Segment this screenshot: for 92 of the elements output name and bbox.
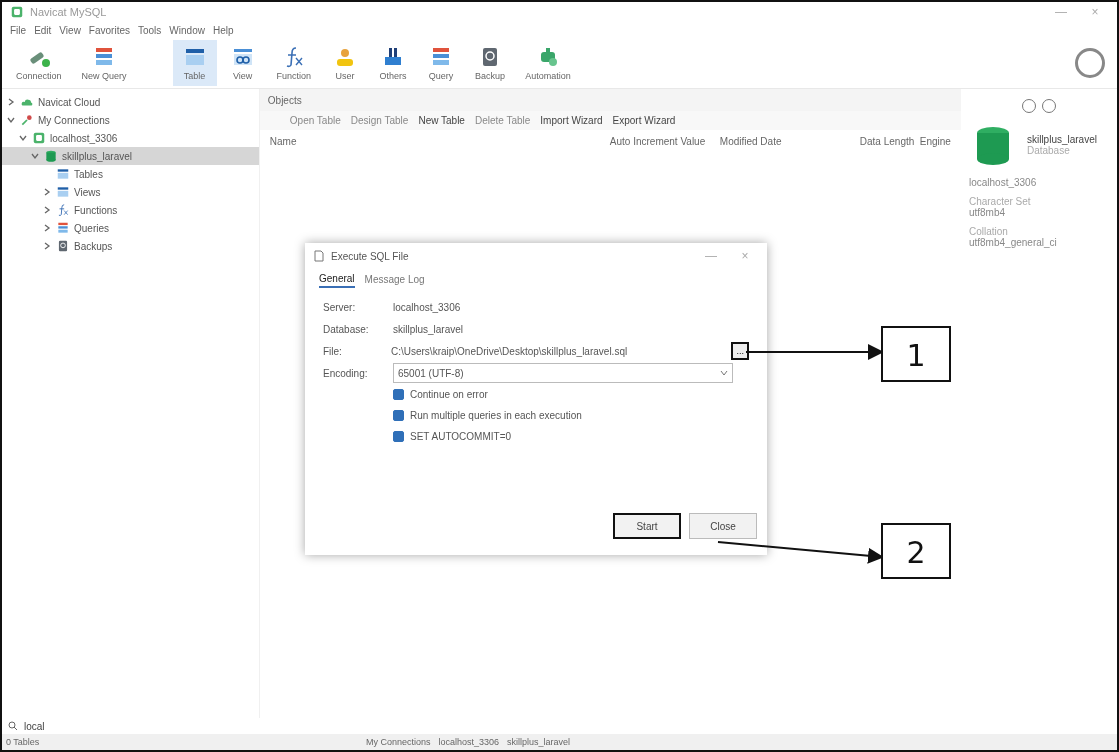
field-value: skillplus_laravel (393, 323, 464, 335)
object-action[interactable]: Export Wizard (612, 115, 676, 126)
dialog-button[interactable]: Close (689, 513, 757, 539)
tree-item[interactable]: localhost_3306 (2, 129, 259, 147)
tree-node-icon (20, 113, 34, 127)
column-header[interactable]: Data Length (859, 136, 920, 147)
callout-number: 1 (906, 338, 926, 373)
menu-item[interactable]: Edit (34, 24, 52, 36)
tree-node-icon (32, 131, 46, 145)
menu-item[interactable]: Window (169, 24, 205, 36)
checkbox[interactable] (393, 410, 404, 421)
tree-node-icon (56, 185, 70, 199)
toolbar-button[interactable]: Others (371, 40, 416, 86)
tree-item[interactable]: skillplus_laravel (2, 147, 259, 165)
field-label: Server: (323, 301, 357, 313)
toolbar-button[interactable]: User (323, 40, 368, 86)
dialog-button[interactable]: Start (613, 513, 681, 539)
tree-item[interactable]: My Connections (2, 111, 259, 129)
callout-box (881, 326, 951, 382)
chevron-icon[interactable] (42, 224, 52, 232)
tree-node-icon (56, 167, 70, 181)
menu-item[interactable]: Tools (138, 24, 162, 36)
search-icon (8, 721, 18, 731)
chevron-icon[interactable] (42, 188, 52, 196)
encoding-dropdown[interactable]: 65001 (UTF-8) (393, 363, 733, 383)
tree-item[interactable]: Queries (2, 219, 259, 237)
toolbar-button[interactable]: Connection (8, 40, 70, 86)
column-header[interactable]: Engine (919, 136, 951, 147)
browse-button[interactable]: ... (731, 342, 749, 360)
chevron-icon[interactable] (6, 98, 16, 106)
tree-node-icon (56, 239, 70, 253)
callout-number: 2 (906, 535, 926, 570)
document-icon (313, 250, 325, 262)
toolbar-button[interactable]: Function (268, 40, 320, 86)
checkbox[interactable] (393, 389, 404, 400)
callout-box (881, 523, 951, 579)
tree-node-icon (56, 203, 70, 217)
database-type: Database (1026, 145, 1070, 156)
tree-item[interactable]: Backups (2, 237, 259, 255)
objects-tab[interactable]: Objects (267, 94, 302, 106)
checkbox-label[interactable]: Continue on error (410, 389, 488, 400)
dialog-title: Execute SQL File (331, 250, 409, 262)
connection-name: localhost_3306 (968, 177, 1038, 188)
status-item: localhost_3306 (438, 737, 500, 747)
menu-item[interactable]: View (59, 24, 81, 36)
tree-node-icon (56, 221, 70, 235)
tree-node-icon (44, 149, 58, 163)
checkbox-label[interactable]: Run multiple queries in each execution (410, 410, 582, 421)
field-label: Encoding: (323, 367, 369, 379)
info-value: utf8mb4 (968, 207, 1007, 218)
tree-item[interactable]: Views (2, 183, 259, 201)
menu-item[interactable]: Favorites (88, 24, 130, 36)
column-header[interactable]: Name (269, 136, 610, 147)
info-label: Collation (968, 226, 1009, 237)
dialog-tab[interactable]: Message Log (364, 271, 425, 288)
status-item: My Connections (366, 737, 431, 747)
chevron-icon[interactable] (18, 134, 28, 142)
status-count: 0 Tables (6, 737, 41, 747)
menu-item[interactable]: Help (212, 24, 234, 36)
avatar[interactable] (1075, 48, 1105, 78)
caret-icon (720, 370, 728, 376)
field-label: Database: (323, 323, 370, 335)
dialog-tab[interactable]: General (319, 271, 355, 288)
tree-item[interactable]: Functions (2, 201, 259, 219)
toolbar-button[interactable]: Table (172, 40, 217, 86)
window-title: Navicat MySQL (30, 6, 107, 18)
app-logo-icon (10, 5, 24, 19)
column-header[interactable]: Auto Increment Value (609, 136, 720, 147)
toolbar-button[interactable]: New Query (73, 40, 135, 86)
object-action[interactable]: New Table (418, 115, 465, 126)
chevron-icon[interactable] (6, 116, 16, 124)
tree-item[interactable]: Tables (2, 165, 259, 183)
field-label: File: (323, 345, 343, 357)
file-path: C:\Users\kraip\OneDrive\Desktop\skillplus_laravel.sql (390, 345, 629, 357)
tree-item[interactable]: Navicat Cloud (2, 93, 259, 111)
menu-item[interactable]: File (10, 24, 27, 36)
toolbar-button[interactable]: Automation (517, 40, 579, 86)
checkbox[interactable] (393, 431, 404, 442)
database-name: skillplus_laravel (1026, 134, 1097, 145)
chevron-icon[interactable] (42, 242, 52, 250)
field-value: localhost_3306 (393, 301, 461, 313)
column-header[interactable]: Modified Date (719, 136, 860, 147)
info-label: Character Set (968, 196, 1032, 207)
toolbar-button[interactable]: Backup (467, 40, 514, 86)
checkbox-label[interactable]: SET AUTOCOMMIT=0 (410, 431, 512, 442)
toolbar-button[interactable]: View (220, 40, 265, 86)
toolbar-button[interactable]: Query (419, 40, 464, 86)
info-value: utf8mb4_general_ci (968, 237, 1058, 248)
chevron-icon[interactable] (30, 152, 40, 160)
chevron-icon[interactable] (42, 206, 52, 214)
object-action[interactable]: Import Wizard (540, 115, 603, 126)
status-item: skillplus_laravel (507, 737, 571, 747)
